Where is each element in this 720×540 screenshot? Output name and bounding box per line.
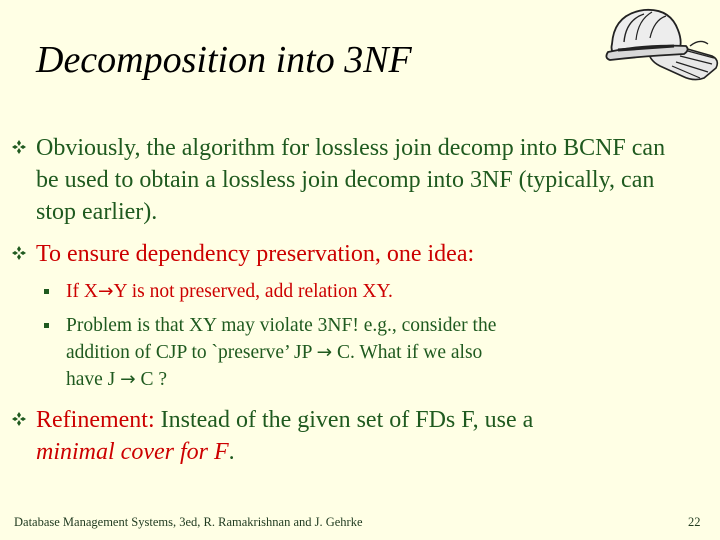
refinement-label: Refinement: — [36, 407, 155, 433]
sub-bullet-2-line-2-pre: addition of CJP to `preserve’ JP — [66, 342, 317, 363]
sub-bullet-2-line-3: have J → C ? — [66, 366, 664, 393]
bullet-3-period: . — [228, 439, 235, 465]
sub-bullet-1-text: If X→Y is not preserved, add relation XY… — [66, 278, 664, 305]
sub-bullet-1: If X→Y is not preserved, add relation XY… — [44, 278, 664, 305]
bullet-3-text: Refinement: Instead of the given set of … — [36, 404, 692, 468]
four-diamond-bullet-icon — [12, 140, 26, 154]
sub-bullet-2-text: Problem is that XY may violate 3NF! e.g.… — [66, 312, 664, 393]
four-diamond-bullet-icon — [12, 246, 26, 260]
slide-title: Decomposition into 3NF — [36, 39, 412, 81]
bullet-2-text: To ensure dependency preservation, one i… — [36, 241, 475, 267]
bullet-3-text-a: Instead of the given set of FDs F, use a — [154, 407, 534, 433]
sub-bullet-2-line-1: Problem is that XY may violate 3NF! e.g.… — [66, 315, 497, 336]
bullet-3: Refinement: Instead of the given set of … — [12, 404, 692, 468]
bullet-1-text: Obviously, the algorithm for lossless jo… — [36, 135, 666, 225]
sub-bullet-2-line-2: addition of CJP to `preserve’ JP → C. Wh… — [66, 339, 664, 366]
sub-bullet-1-post: Y is not preserved, add relation XY. — [113, 281, 393, 302]
sub-bullet-2: Problem is that XY may violate 3NF! e.g.… — [44, 312, 664, 393]
arrow-icon: → — [97, 281, 114, 302]
page-number: 22 — [688, 515, 701, 529]
sub-bullet-2-line-2-post: C. What if we also — [332, 342, 483, 363]
sub-bullet-2-line-3-post: C ? — [135, 369, 168, 390]
square-bullet-icon — [44, 289, 49, 294]
square-bullet-icon — [44, 323, 49, 328]
four-diamond-bullet-icon — [12, 412, 26, 426]
sub-bullet-1-pre: If X — [66, 281, 98, 302]
bullet-2: To ensure dependency preservation, one i… — [12, 238, 692, 270]
arrow-icon: → — [120, 369, 136, 390]
bullet-1: Obviously, the algorithm for lossless jo… — [12, 132, 692, 228]
hardhat-gloves-logo-icon — [605, 8, 719, 81]
arrow-icon: → — [316, 342, 333, 363]
minimal-cover-phrase: minimal cover for F — [36, 439, 229, 465]
footer-citation: Database Management Systems, 3ed, R. Ram… — [14, 515, 363, 529]
slide: Decomposition into 3NF Obviously, the al… — [0, 0, 720, 540]
sub-bullet-2-line-3-pre: have J — [66, 369, 121, 390]
